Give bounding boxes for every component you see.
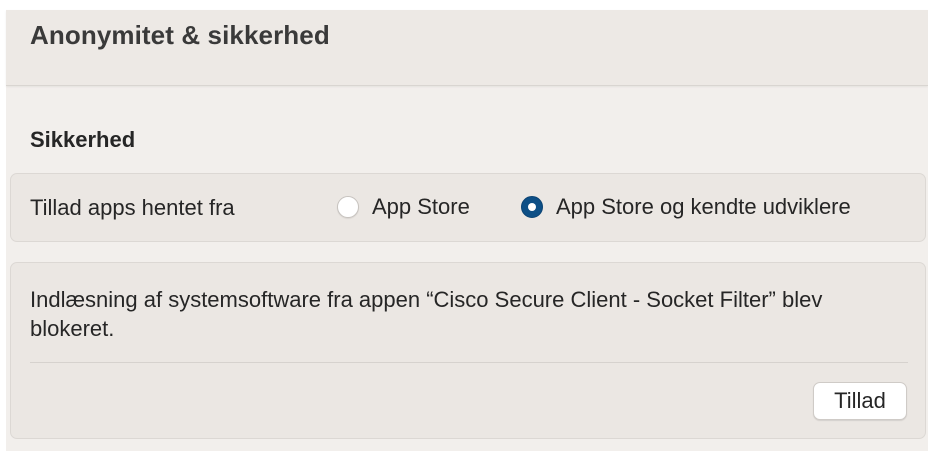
radio-button-app-store[interactable] xyxy=(337,196,359,218)
allow-button[interactable]: Tillad xyxy=(813,382,907,420)
blocked-software-message: Indlæsning af systemsoftware fra appen “… xyxy=(30,287,823,341)
allow-apps-panel: Tillad apps hentet fra App Store App Sto… xyxy=(10,173,926,242)
divider xyxy=(30,362,908,363)
page-title: Anonymitet & sikkerhed xyxy=(30,20,330,50)
security-section-heading: Sikkerhed xyxy=(30,127,136,152)
radio-label-app-store: App Store xyxy=(372,194,470,219)
allow-apps-label: Tillad apps hentet fra xyxy=(30,195,235,220)
radio-option-app-store[interactable]: App Store xyxy=(337,194,470,220)
settings-window: Anonymitet & sikkerhed Sikkerhed Tillad … xyxy=(6,10,928,451)
radio-label-app-store-and-known-developers: App Store og kendte udviklere xyxy=(556,194,851,219)
radio-option-app-store-and-known-developers[interactable]: App Store og kendte udviklere xyxy=(521,194,851,220)
radio-button-app-store-and-known-developers[interactable] xyxy=(521,196,543,218)
blocked-software-panel: Indlæsning af systemsoftware fra appen “… xyxy=(10,262,926,439)
title-bar: Anonymitet & sikkerhed xyxy=(6,10,928,86)
